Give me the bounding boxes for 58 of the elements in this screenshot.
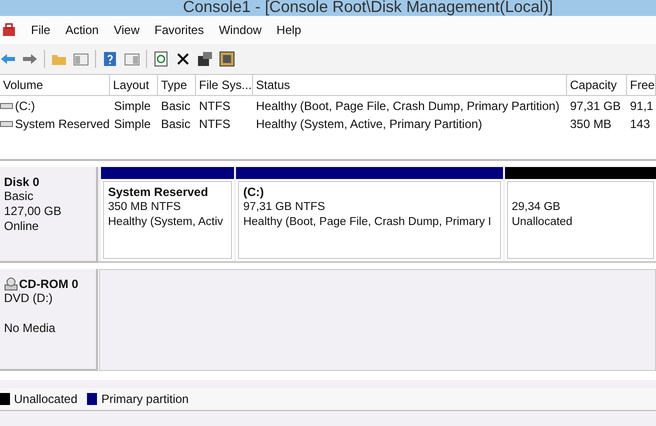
menu-item[interactable]: Favorites xyxy=(154,23,204,37)
partition-title: System Reserved xyxy=(108,185,210,200)
partition-block[interactable]: System Reserved 350 MB NTFS Healthy (System, Activ xyxy=(101,167,234,261)
disk-info: Online xyxy=(4,219,40,234)
close-icon[interactable] xyxy=(175,51,191,67)
disk-name: CD-ROM 0 xyxy=(19,277,78,291)
table-cell-text: Simple xyxy=(113,99,152,113)
column-header[interactable]: Status xyxy=(253,75,567,95)
partition-block[interactable]: (C:) 97,31 GB NTFS Healthy (Boot, Page File, Crash Dump, Primary I xyxy=(236,167,503,261)
partition-info: 29,34 GB xyxy=(512,200,562,215)
partition-info: 350 MB NTFS xyxy=(108,200,182,215)
back-arrow-icon[interactable] xyxy=(0,51,16,67)
column-header[interactable]: Free xyxy=(627,75,656,95)
disk-info: 127,00 GB xyxy=(4,204,62,219)
partition-info: Unallocated xyxy=(512,215,574,230)
forward-arrow-icon[interactable] xyxy=(22,51,38,67)
table-cell-text: 97,31 GB xyxy=(569,99,622,113)
table-cell-text: Basic xyxy=(160,99,192,113)
refresh-icon[interactable] xyxy=(153,51,169,67)
drive-icon xyxy=(0,102,13,110)
menu-item[interactable]: File xyxy=(31,23,50,37)
partition-info: 97,31 GB NTFS xyxy=(243,200,326,215)
table-cell-text: 91,1 xyxy=(629,99,654,113)
disk-info: No Media xyxy=(4,321,56,336)
column-header[interactable]: File Sys... xyxy=(196,75,253,95)
menu-item[interactable]: Action xyxy=(65,23,99,37)
disk-name: Disk 0 xyxy=(4,175,40,189)
table-cell-text: 350 MB xyxy=(569,117,612,131)
partition-block[interactable]: 29,34 GB Unallocated xyxy=(504,167,656,261)
pane-icon[interactable] xyxy=(124,51,140,67)
menu-item[interactable]: Window xyxy=(218,23,262,37)
menu-item[interactable]: Help xyxy=(276,23,302,37)
column-header[interactable]: Type xyxy=(158,75,196,95)
table-cell-text: Basic xyxy=(160,117,192,131)
toolbox-icon xyxy=(2,23,16,37)
drive-icon xyxy=(0,120,13,128)
table-cell-text: Simple xyxy=(113,117,152,131)
help-icon[interactable] xyxy=(102,51,118,67)
table-cell-text: NTFS xyxy=(198,99,232,113)
table-cell-text: NTFS xyxy=(198,117,232,131)
column-header[interactable]: Layout xyxy=(110,75,158,95)
table-cell: (C:) xyxy=(15,99,35,113)
table-cell-text: 143 xyxy=(629,117,652,131)
legend-label: Primary partition xyxy=(101,392,189,406)
window-title: Console1 - [Console Root\Disk Management(Local)] xyxy=(183,0,553,16)
column-header[interactable]: Volume xyxy=(0,75,110,95)
disk-info: DVD (D:) xyxy=(4,291,54,306)
column-header[interactable]: Capacity xyxy=(567,75,627,95)
table-cell: System Reserved xyxy=(15,117,110,131)
table-cell-text: Healthy (Boot, Page File, Crash Dump, Primary Partition) xyxy=(255,99,560,113)
pane-icon[interactable] xyxy=(73,51,89,67)
partition-title: (C:) xyxy=(243,185,265,200)
menu-item[interactable]: View xyxy=(114,23,140,37)
disk-info: Basic xyxy=(4,189,34,204)
table-cell-text: Healthy (System, Active, Primary Partition) xyxy=(255,117,484,131)
legend-label: Unallocated xyxy=(14,392,78,406)
partition-info: Healthy (Boot, Page File, Crash Dump, Primary I xyxy=(243,215,492,230)
partition-info: Healthy (System, Activ xyxy=(108,215,224,230)
